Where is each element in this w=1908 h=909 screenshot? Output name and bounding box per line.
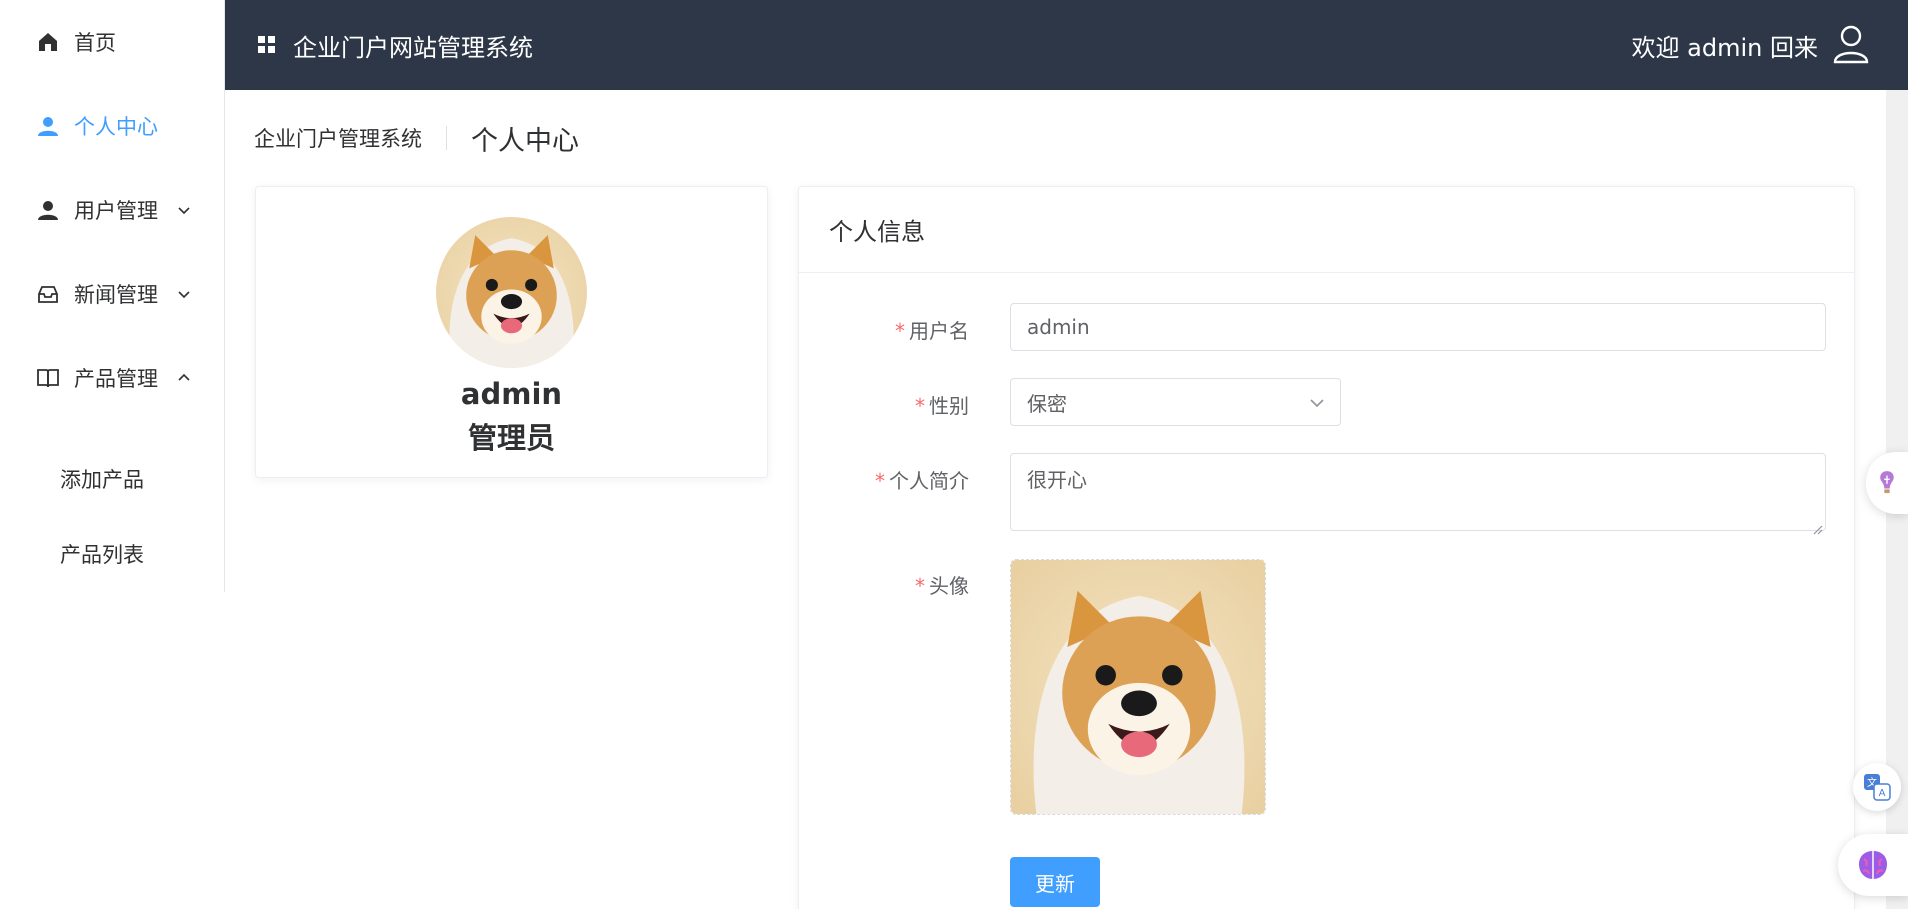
chevron-down-icon bbox=[176, 286, 192, 302]
breadcrumb-current: 个人中心 bbox=[471, 125, 579, 157]
username-input[interactable]: admin bbox=[1010, 303, 1826, 351]
grid-icon bbox=[257, 35, 277, 55]
username-label: * 用户名 bbox=[895, 315, 969, 344]
profile-role: 管理员 bbox=[467, 421, 555, 455]
breadcrumb: 企业门户管理系统 个人中心 bbox=[254, 116, 579, 160]
translate-icon[interactable]: 文A bbox=[1853, 763, 1901, 811]
sidebar-item-news-management[interactable]: 新闻管理 bbox=[0, 252, 224, 336]
sidebar-subitem-add-product[interactable]: 添加产品 bbox=[0, 442, 224, 516]
info-title-text: 个人信息 bbox=[829, 218, 925, 246]
sidebar: 首页 个人中心 用户管理 新闻管理 产品管理 添加产品 产品列表 bbox=[0, 0, 225, 592]
sidebar-item-label: 新闻管理 bbox=[74, 283, 158, 307]
sidebar-item-home[interactable]: 首页 bbox=[0, 0, 224, 84]
sidebar-item-product-management[interactable]: 产品管理 bbox=[0, 336, 224, 420]
profile-card: admin 管理员 bbox=[255, 186, 768, 478]
welcome-text: 欢迎 admin 回来 bbox=[1631, 33, 1818, 62]
lightbulb-icon[interactable] bbox=[1866, 452, 1908, 514]
sidebar-subitem-label: 产品列表 bbox=[60, 543, 144, 567]
sidebar-subitem-product-list[interactable]: 产品列表 bbox=[0, 517, 224, 591]
brain-icon[interactable] bbox=[1838, 834, 1908, 896]
user-icon bbox=[36, 114, 60, 138]
sidebar-item-label: 产品管理 bbox=[74, 367, 158, 391]
inbox-icon bbox=[36, 282, 60, 306]
gender-value: 保密 bbox=[1027, 391, 1067, 416]
breadcrumb-divider bbox=[446, 126, 447, 150]
bio-label-text: 个人简介 bbox=[889, 469, 969, 493]
avatar bbox=[436, 217, 587, 368]
sidebar-subitem-label: 添加产品 bbox=[60, 468, 144, 492]
chevron-down-icon bbox=[176, 202, 192, 218]
resize-handle-icon[interactable] bbox=[1811, 516, 1823, 535]
required-mark: * bbox=[875, 469, 885, 493]
home-icon bbox=[36, 30, 60, 54]
profile-name: admin bbox=[460, 377, 563, 411]
gender-label: * 性别 bbox=[915, 390, 969, 419]
sidebar-item-label: 个人中心 bbox=[74, 115, 158, 139]
username-label-text: 用户名 bbox=[909, 319, 969, 343]
required-mark: * bbox=[915, 574, 925, 598]
sidebar-item-profile[interactable]: 个人中心 bbox=[0, 84, 224, 168]
breadcrumb-root[interactable]: 企业门户管理系统 bbox=[254, 123, 422, 153]
required-mark: * bbox=[895, 319, 905, 343]
top-header: 企业门户网站管理系统 欢迎 admin 回来 bbox=[225, 0, 1908, 90]
user-avatar-icon[interactable] bbox=[1832, 24, 1870, 64]
info-card-title: 个人信息 bbox=[799, 187, 1854, 273]
gender-select[interactable]: 保密 bbox=[1010, 378, 1341, 426]
app-title: 企业门户网站管理系统 bbox=[293, 33, 533, 62]
book-icon bbox=[36, 366, 60, 390]
gender-label-text: 性别 bbox=[929, 394, 969, 418]
sidebar-item-label: 用户管理 bbox=[74, 199, 158, 223]
required-mark: * bbox=[915, 394, 925, 418]
avatar-label-text: 头像 bbox=[929, 574, 969, 598]
username-value: admin bbox=[1027, 315, 1090, 339]
chevron-up-icon bbox=[176, 370, 192, 386]
avatar-label: * 头像 bbox=[915, 570, 969, 599]
update-button[interactable]: 更新 bbox=[1010, 857, 1100, 907]
user-icon bbox=[36, 198, 60, 222]
bio-textarea[interactable]: 很开心 bbox=[1010, 453, 1826, 535]
chevron-down-icon bbox=[1308, 393, 1326, 411]
avatar-uploader[interactable] bbox=[1010, 559, 1266, 815]
info-card: 个人信息 * 用户名 admin * 性别 保密 * 个人简介 很开心 * 头像 更新 bbox=[798, 186, 1855, 909]
bio-label: * 个人简介 bbox=[875, 465, 969, 494]
svg-text:A: A bbox=[1879, 788, 1886, 799]
sidebar-item-label: 首页 bbox=[74, 31, 116, 55]
bio-value: 很开心 bbox=[1027, 468, 1087, 492]
sidebar-item-user-management[interactable]: 用户管理 bbox=[0, 168, 224, 252]
